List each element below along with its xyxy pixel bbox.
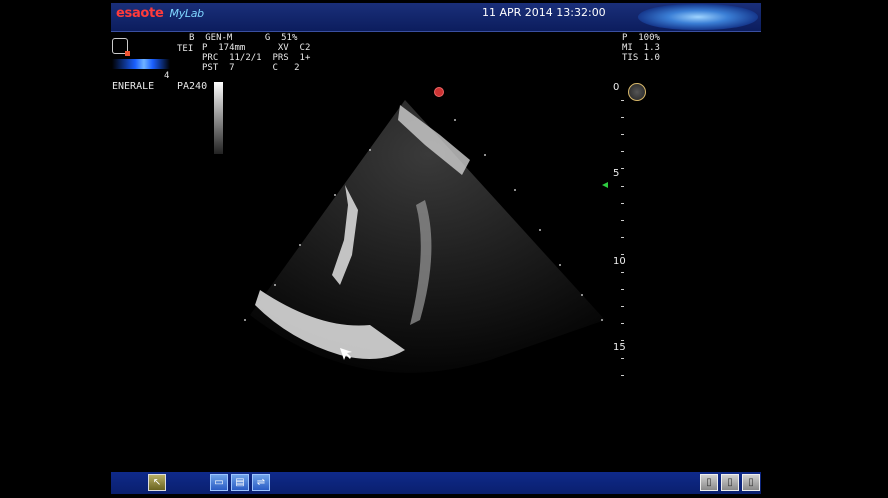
preset-name: ENERALE — [112, 81, 155, 92]
gain-color-bar — [112, 59, 170, 69]
doc-button-3[interactable]: ▯ — [742, 474, 760, 491]
probe-model: PA240 — [177, 81, 208, 92]
doc-icon-3: ▯ — [748, 477, 754, 488]
depth-label-15: 15 — [613, 342, 626, 353]
settings-tool-button[interactable]: ▤ — [231, 474, 249, 491]
param-line-2: P 174mm XV C2 — [202, 43, 311, 53]
usb-button[interactable]: ⇌ — [252, 474, 270, 491]
image-tool-button[interactable]: ▭ — [210, 474, 228, 491]
focus-marker-icon[interactable] — [602, 182, 608, 188]
depth-label-10: 10 — [613, 256, 626, 267]
param-line-4: PST 7 C 2 — [202, 63, 300, 73]
brand-name: esaote — [116, 6, 164, 21]
doc-icon-1: ▯ — [706, 477, 712, 488]
depth-label-5: 5 — [613, 168, 620, 179]
depth-label-0: 0 — [613, 82, 620, 93]
brand-logo: esaote MyLab — [116, 6, 204, 21]
mi-readout: MI 1.3 — [622, 43, 660, 53]
param-line-1: B GEN-M G 51% — [189, 33, 298, 43]
water-ripple-logo — [638, 4, 758, 30]
image-tool-icon: ▭ — [214, 477, 224, 488]
param-line-3: PRC 11/2/1 PRS 1+ — [202, 53, 311, 63]
orientation-marker-icon — [434, 87, 444, 97]
bottom-toolbar — [111, 472, 761, 494]
usb-icon: ⇌ — [256, 477, 266, 488]
probe-label: TEI — [177, 44, 194, 54]
grayscale-bar — [214, 82, 223, 154]
date-time: 11 APR 2014 13:32:00 — [482, 6, 606, 19]
brand-product: MyLab — [169, 7, 205, 20]
probe-heart-icon[interactable] — [112, 38, 130, 56]
doc-icon-2: ▯ — [727, 477, 733, 488]
cursor-button[interactable]: ↖ — [148, 474, 166, 491]
probe-orientation-icon[interactable] — [628, 83, 646, 101]
settings-tool-icon: ▤ — [235, 477, 245, 488]
doc-button-2[interactable]: ▯ — [721, 474, 739, 491]
frame-count: 4 — [164, 71, 170, 81]
ultrasound-sector-image[interactable] — [240, 80, 620, 380]
tis-readout: TIS 1.0 — [622, 53, 660, 63]
power-readout: P 100% — [622, 33, 660, 43]
doc-button-1[interactable]: ▯ — [700, 474, 718, 491]
cursor-arrow-icon: ↖ — [152, 477, 162, 488]
